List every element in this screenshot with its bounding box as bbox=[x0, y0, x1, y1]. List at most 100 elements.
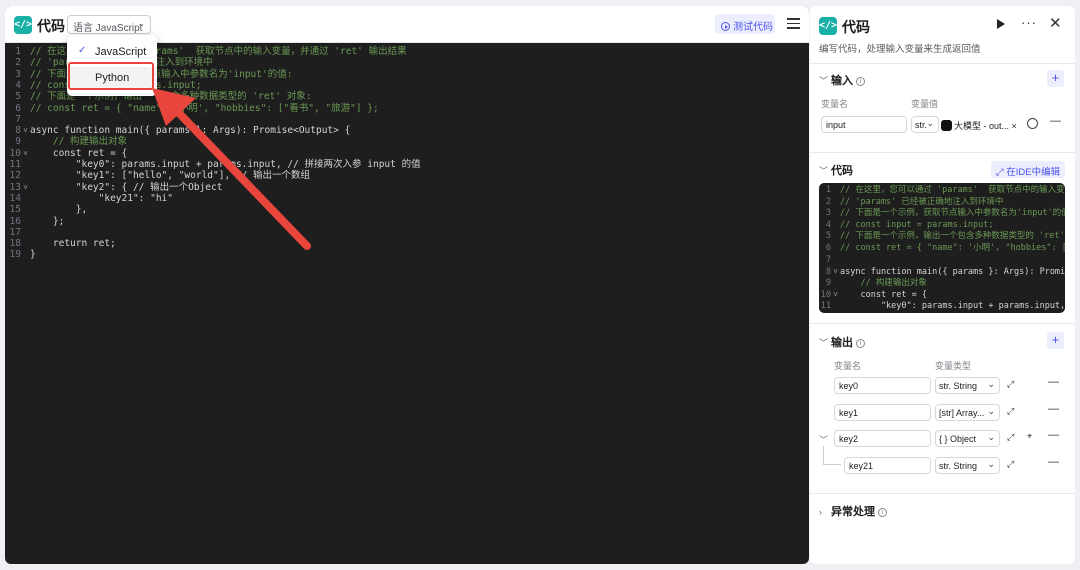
divider bbox=[810, 323, 1075, 324]
code-section-title: 代码 bbox=[831, 165, 853, 177]
code-node-logo-icon: </> bbox=[819, 17, 837, 35]
language-select-label: 语言 JavaScript bbox=[73, 23, 143, 34]
chevron-down-icon: ⌄ bbox=[137, 18, 145, 28]
code-text: }; bbox=[30, 215, 65, 227]
line-number: 1 bbox=[825, 185, 831, 195]
add-output-button[interactable]: + bbox=[1047, 332, 1064, 349]
chevron-down-icon[interactable]: ﹀ bbox=[819, 433, 828, 446]
line-number: 11 bbox=[9, 159, 21, 170]
menu-icon[interactable] bbox=[787, 18, 800, 30]
clear-icon[interactable]: × bbox=[1012, 121, 1017, 131]
code-line: 11 "key0": params.input + params.input, … bbox=[5, 159, 809, 170]
divider bbox=[810, 152, 1075, 153]
code-line: 9 // 构建输出对象 bbox=[5, 136, 809, 147]
input-section-title: 输入 bbox=[831, 75, 853, 87]
code-text: // const ret = { "name": '小明', "hobbies"… bbox=[840, 243, 1065, 253]
output-type-label: str. String bbox=[939, 381, 978, 391]
add-input-button[interactable]: + bbox=[1047, 70, 1064, 87]
code-line: 10 ˅ const ret = { bbox=[819, 289, 1065, 301]
line-number: 9 bbox=[825, 277, 831, 288]
code-line: 18 return ret; bbox=[5, 238, 809, 249]
edit-in-ide-button[interactable]: ⤢ 在IDE中编辑 bbox=[991, 161, 1065, 178]
output-var-name-field[interactable]: key1 bbox=[834, 404, 931, 421]
close-icon[interactable]: ✕ bbox=[1049, 14, 1062, 32]
code-line: 14 "key21": "hi" bbox=[5, 193, 809, 204]
input-section-header[interactable]: ﹀ 输入 i bbox=[819, 72, 865, 88]
output-section-title: 输出 bbox=[831, 337, 853, 349]
divider bbox=[810, 493, 1075, 494]
line-number: 9 bbox=[15, 136, 21, 148]
code-text: "key2": { // 输出一个Object bbox=[30, 181, 223, 193]
code-preview[interactable]: 1 // 在这里，您可以通过 'params' 获取节点中的输入变量，并通过 'r… bbox=[819, 183, 1065, 313]
remove-output-icon[interactable]: — bbox=[1048, 429, 1059, 441]
language-select[interactable]: 语言 JavaScript ⌄ bbox=[67, 15, 151, 34]
remove-output-icon[interactable]: — bbox=[1048, 403, 1059, 415]
line-number: 5 bbox=[825, 231, 831, 242]
code-line: 10 ˅ const ret = { bbox=[5, 148, 809, 159]
more-icon[interactable]: ··· bbox=[1021, 15, 1037, 30]
info-icon[interactable]: i bbox=[856, 77, 865, 86]
code-text: }, bbox=[30, 204, 88, 216]
chevron-down-icon: ﹀ bbox=[819, 166, 829, 176]
panel-title: 代码 bbox=[842, 19, 870, 35]
edit-in-ide-label: 在IDE中编辑 bbox=[1006, 167, 1061, 178]
output-type-label: { } Object bbox=[939, 434, 977, 444]
output-type-select[interactable]: { } Object ⌄ bbox=[935, 430, 1000, 447]
expand-icon[interactable]: ⤢ bbox=[1007, 406, 1014, 417]
code-text: async function main({ params }: Args): P… bbox=[30, 125, 351, 137]
expand-icon[interactable]: ⤢ bbox=[1007, 379, 1014, 390]
output-type-select[interactable]: str. String ⌄ bbox=[935, 377, 1000, 394]
remove-input-icon[interactable]: — bbox=[1050, 115, 1061, 127]
variable-picker-icon[interactable] bbox=[1027, 118, 1038, 129]
error-handling-title: 异常处理 bbox=[831, 506, 875, 518]
code-node-panel: </> 代码 ··· ✕ 编写代码，处理输入变量来生成返回值 ﹀ 输入 i + 变量… bbox=[810, 6, 1075, 564]
fold-chevron-icon[interactable]: ˅ bbox=[831, 266, 840, 278]
fold-chevron-icon[interactable]: ˅ bbox=[21, 148, 30, 159]
output-col-type: 变量类型 bbox=[935, 361, 972, 371]
play-circle-icon bbox=[721, 22, 730, 31]
input-var-name-field[interactable]: input bbox=[821, 116, 907, 133]
code-line: 12 "key1": ["hello", "world"], // 输出一个数组 bbox=[5, 170, 809, 181]
code-line: 15 }, bbox=[5, 204, 809, 215]
expand-icon[interactable]: ⤢ bbox=[1007, 432, 1014, 443]
language-option-javascript[interactable]: ✓ JavaScript bbox=[67, 41, 157, 63]
info-icon[interactable]: i bbox=[856, 339, 865, 348]
input-type-select[interactable]: str. ⌄ bbox=[911, 116, 939, 133]
input-col-value: 变量值 bbox=[911, 99, 939, 109]
code-line: 8 ˅ async function main({ params }: Args):… bbox=[819, 266, 1065, 278]
expand-icon[interactable]: ⤢ bbox=[1007, 459, 1014, 470]
output-type-select[interactable]: str. String ⌄ bbox=[935, 457, 1000, 474]
remove-output-icon[interactable]: — bbox=[1048, 456, 1059, 468]
fold-chevron-icon[interactable]: ˅ bbox=[21, 125, 30, 136]
line-number: 7 bbox=[15, 113, 21, 125]
output-var-name-field[interactable]: key21 bbox=[844, 457, 931, 474]
code-section-header[interactable]: ﹀ 代码 bbox=[819, 162, 853, 178]
code-line: 17 bbox=[5, 227, 809, 238]
input-reference-tag[interactable]: 大模型 - out... × bbox=[941, 116, 1025, 133]
code-text: // const ret = { "name": '小明', "hobbies"… bbox=[30, 102, 379, 114]
code-area[interactable]: 1// 在这里，您可以通过 'params' 获取节点中的输入变量，并通过 'r… bbox=[5, 44, 809, 564]
code-text: return ret; bbox=[30, 238, 116, 250]
output-type-select[interactable]: [str] Array... ⌄ bbox=[935, 404, 1000, 421]
language-option-label: JavaScript bbox=[95, 46, 147, 58]
code-text: // const input = params.input; bbox=[840, 219, 994, 230]
code-line: 11 "key0": params.input + params.input, bbox=[819, 301, 1065, 313]
code-line: 3 // 下面是一个示例，获取节点输入中参数名为'input'的值: bbox=[819, 208, 1065, 220]
info-icon[interactable]: i bbox=[878, 508, 887, 517]
fold-chevron-icon[interactable]: ˅ bbox=[831, 289, 840, 301]
annotation-highlight-box bbox=[68, 62, 154, 90]
test-code-button[interactable]: 测试代码 bbox=[715, 14, 775, 34]
output-var-name-field[interactable]: key0 bbox=[834, 377, 931, 394]
error-handling-section-header[interactable]: › 异常处理 i bbox=[819, 503, 887, 519]
code-text: // 构建输出对象 bbox=[30, 136, 128, 148]
output-section-header[interactable]: ﹀ 输出 i bbox=[819, 334, 865, 350]
output-col-name: 变量名 bbox=[834, 361, 862, 371]
code-text: // 构建输出对象 bbox=[840, 277, 927, 288]
line-number: 13 bbox=[9, 181, 21, 193]
fold-chevron-icon[interactable]: ˅ bbox=[21, 182, 30, 193]
remove-output-icon[interactable]: — bbox=[1048, 376, 1059, 388]
code-text: // 在这里，您可以通过 'params' 获取节点中的输入变量，并通过 're… bbox=[840, 185, 1065, 195]
add-child-icon[interactable]: ⌖ bbox=[1027, 431, 1032, 442]
run-icon[interactable] bbox=[997, 19, 1005, 29]
output-var-name-field[interactable]: key2 bbox=[834, 430, 931, 447]
